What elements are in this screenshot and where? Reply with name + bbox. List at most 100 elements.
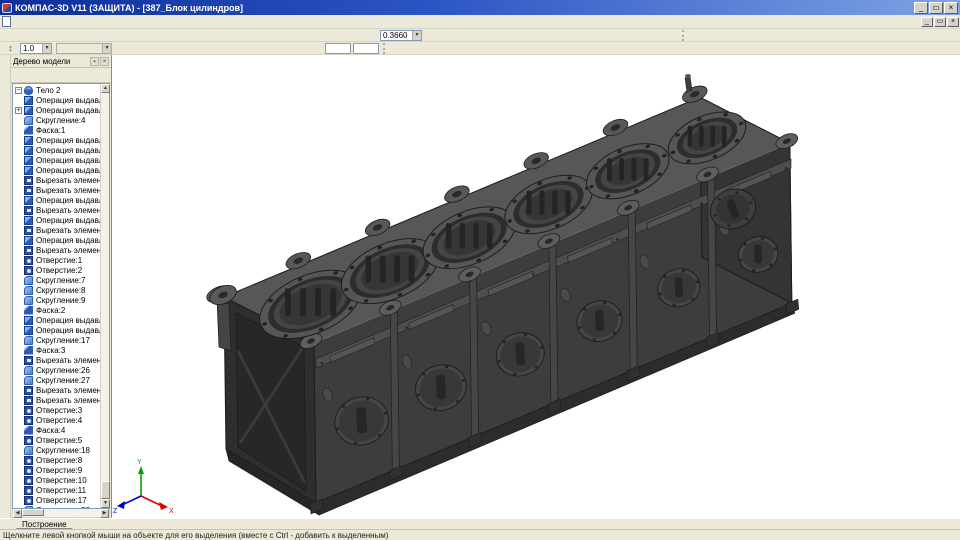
tree-item[interactable]: Операция выдавл [13, 315, 100, 325]
expand-toggle[interactable] [15, 287, 22, 294]
panel-icon[interactable] [0, 57, 10, 67]
tree-item[interactable]: Тело 2 [13, 85, 100, 95]
panel-icon[interactable] [0, 233, 10, 243]
panel-icon[interactable] [0, 68, 10, 78]
expand-toggle[interactable] [15, 327, 22, 334]
expand-toggle[interactable] [15, 167, 22, 174]
expand-toggle[interactable] [15, 417, 22, 424]
scroll-left-icon[interactable]: ◀ [13, 509, 22, 518]
toolbar-icon[interactable] [529, 29, 544, 41]
expand-toggle[interactable] [15, 427, 22, 434]
toolbar-icon[interactable] [469, 29, 484, 41]
close-icon[interactable]: × [100, 57, 109, 66]
toolbar-icon[interactable] [333, 29, 348, 41]
panel-icon[interactable] [0, 189, 10, 199]
expand-toggle[interactable] [15, 457, 22, 464]
tree-item[interactable]: Отверстие:8 [13, 455, 100, 465]
tree-item[interactable]: Отверстие:17 [13, 495, 100, 505]
tree-item[interactable]: Скругление:27 [13, 375, 100, 385]
chevron-down-icon[interactable]: ▾ [42, 44, 51, 53]
tree-horizontal-scrollbar[interactable]: ◀ ▶ [12, 509, 110, 518]
panel-icon[interactable] [0, 222, 10, 232]
tree-item[interactable]: Вырезать элемент [13, 385, 100, 395]
expand-toggle[interactable] [15, 217, 22, 224]
expand-toggle[interactable] [15, 377, 22, 384]
toolbar-icon[interactable] [213, 29, 228, 41]
toolbar-icon[interactable] [3, 29, 18, 41]
menu-item[interactable] [63, 21, 75, 23]
tree-item[interactable]: Фаска:3 [13, 345, 100, 355]
doc-minimize-button[interactable]: _ [921, 17, 933, 27]
tree-item[interactable]: Вырезать элемент [13, 245, 100, 255]
toolbar-icon[interactable] [204, 42, 219, 54]
toolbar-icon[interactable] [114, 42, 129, 54]
tree-item[interactable]: Операция выдавл [13, 325, 100, 335]
tree-item[interactable]: Отверстие:10 [13, 475, 100, 485]
expand-toggle[interactable] [15, 87, 22, 94]
expand-toggle[interactable] [15, 107, 22, 114]
expand-toggle[interactable] [15, 177, 22, 184]
tree-item[interactable]: Вырезать элемент [13, 355, 100, 365]
scrollbar-thumb[interactable] [22, 509, 44, 516]
panel-icon[interactable] [0, 244, 10, 254]
toolbar-icon[interactable] [574, 29, 589, 41]
toolbar-icon[interactable] [219, 42, 234, 54]
toolbar-icon[interactable] [664, 29, 679, 41]
toolbar-icon[interactable] [123, 29, 138, 41]
toolbar-grip[interactable] [383, 43, 387, 54]
tree-toolbar-icon[interactable] [26, 70, 38, 81]
tree-item[interactable]: Операция выдавл [13, 215, 100, 225]
expand-toggle[interactable] [15, 267, 22, 274]
toolbar-icon[interactable] [234, 42, 249, 54]
toolbar-icon[interactable] [243, 29, 258, 41]
toolbar-icon[interactable] [18, 29, 33, 41]
expand-toggle[interactable] [15, 157, 22, 164]
tree-item[interactable]: Скругление:17 [13, 335, 100, 345]
toolbar-icon[interactable] [228, 29, 243, 41]
toolbar-icon[interactable] [288, 29, 303, 41]
expand-toggle[interactable] [15, 117, 22, 124]
zoom-scale-combo[interactable]: 0.3660 ▾ [380, 30, 422, 41]
panel-icon[interactable] [0, 101, 10, 111]
panel-icon[interactable] [0, 145, 10, 155]
tree-item[interactable]: Фаска:1 [13, 125, 100, 135]
restore-button[interactable]: ▭ [929, 2, 943, 14]
expand-toggle[interactable] [15, 407, 22, 414]
pin-icon[interactable]: ▪ [90, 57, 99, 66]
expand-toggle[interactable] [15, 317, 22, 324]
toolbar-icon[interactable] [258, 29, 273, 41]
toolbar-icon[interactable] [48, 29, 63, 41]
tree-item[interactable]: Отверстие:11 [13, 485, 100, 495]
tree-item[interactable]: Операция выдавл [13, 235, 100, 245]
tab-construction[interactable]: Построение [12, 519, 77, 529]
expand-toggle[interactable] [15, 127, 22, 134]
panel-icon[interactable] [0, 277, 10, 287]
coordinate-y-field[interactable] [353, 43, 379, 54]
toolbar-icon[interactable] [619, 29, 634, 41]
toolbar-icon[interactable] [174, 42, 189, 54]
toolbar-icon[interactable] [78, 29, 93, 41]
menu-item[interactable] [99, 21, 111, 23]
tree-item[interactable]: Вырезать элемент [13, 175, 100, 185]
toolbar-icon[interactable] [63, 29, 78, 41]
tree-item[interactable]: Фаска:2 [13, 305, 100, 315]
tree-toolbar-icon[interactable] [39, 70, 51, 81]
toolbar-icon[interactable] [144, 42, 159, 54]
expand-toggle[interactable] [15, 227, 22, 234]
panel-icon[interactable] [0, 90, 10, 100]
toolbar-icon[interactable] [309, 42, 324, 54]
expand-toggle[interactable] [15, 207, 22, 214]
minimize-button[interactable]: _ [914, 2, 928, 14]
expand-toggle[interactable] [15, 147, 22, 154]
tree-item[interactable]: Операция выдавл [13, 135, 100, 145]
doc-close-button[interactable]: × [947, 17, 959, 27]
expand-toggle[interactable] [15, 447, 22, 454]
expand-toggle[interactable] [15, 307, 22, 314]
tree-item[interactable]: Скругление:28 [13, 505, 100, 508]
panel-icon[interactable] [0, 266, 10, 276]
panel-icon[interactable] [0, 156, 10, 166]
menu-item[interactable] [51, 21, 63, 23]
expand-toggle[interactable] [15, 247, 22, 254]
toolbar-icon[interactable] [363, 29, 378, 41]
toolbar-icon[interactable] [499, 29, 514, 41]
